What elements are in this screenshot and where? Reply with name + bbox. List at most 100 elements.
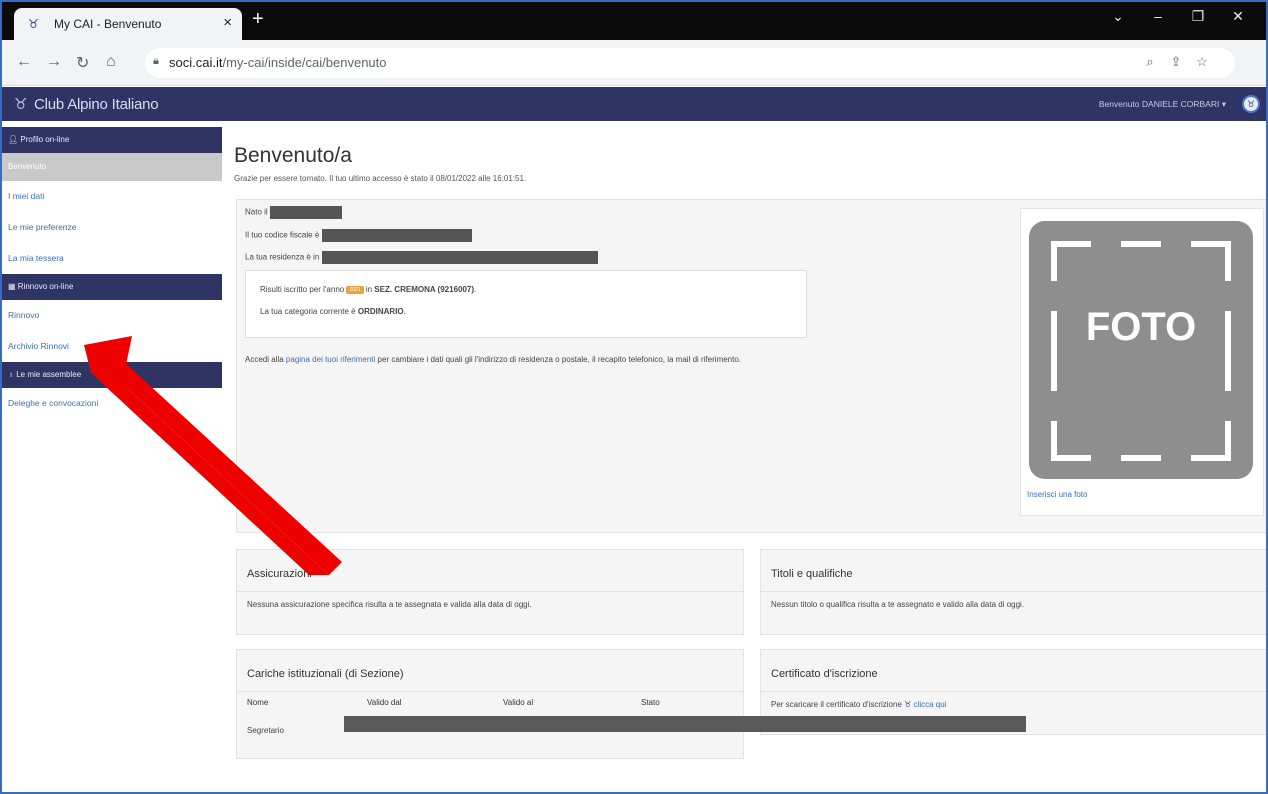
sidebar-item-rinnovo[interactable]: Rinnovo — [2, 300, 222, 331]
sidebar-section-assemblee: ♁ Le mie assemblee — [2, 362, 222, 388]
browser-window: ♉︎ My CAI - Benvenuto × + ⌄ – ❐ ✕ ← → ↻ ⌂ 🔒… — [0, 0, 1268, 794]
sidebar-item-deleghe[interactable]: Deleghe e convocazioni — [2, 388, 222, 419]
birth-label: Nato il — [245, 207, 268, 217]
tab-close-icon[interactable]: × — [223, 14, 232, 31]
sidebar-item-preferenze[interactable]: Le mie preferenze — [2, 212, 222, 243]
sidebar-item-tessera[interactable]: La mia tessera — [2, 243, 222, 274]
page-title: Benvenuto/a — [234, 144, 352, 167]
references-pre: Accedi alla — [245, 355, 284, 364]
roles-title: Cariche istituzionali (di Sezione) — [237, 650, 743, 692]
references-link[interactable]: pagina dei tuoi riferimenti — [286, 355, 375, 364]
certificate-link[interactable]: clicca qui — [914, 700, 947, 709]
titles-body: Nessun titolo o qualifica risulta a te a… — [771, 600, 1025, 609]
sidebar-item-benvenuto[interactable]: Benvenuto — [2, 153, 222, 181]
zoom-icon[interactable]: ⌕ — [1137, 54, 1163, 70]
frame-dash — [1051, 455, 1091, 461]
calendar-icon: ▦ — [8, 282, 16, 291]
sidebar-section-profile: 👤︎ Profilo on-line — [2, 127, 222, 153]
window-controls: ⌄ – ❐ ✕ — [1098, 8, 1258, 25]
main-content: Benvenuto/a Grazie per essere tornato. I… — [234, 127, 1266, 759]
url-domain: soci.cai.it — [169, 55, 223, 70]
sidebar: 👤︎ Profilo on-line Benvenuto I miei dati… — [2, 127, 222, 419]
membership-in: in — [365, 285, 373, 294]
cai-logo-icon[interactable]: ♉︎ — [14, 95, 27, 113]
user-icon: 👤︎ — [8, 135, 19, 144]
new-tab-button[interactable]: + — [252, 8, 264, 31]
year-badge: 2021 — [346, 285, 364, 294]
insurance-body: Nessuna assicurazione specifica risulta … — [247, 600, 532, 609]
url-text: soci.cai.it/my-cai/inside/cai/benvenuto — [169, 55, 387, 70]
certificate-title: Certificato d'iscrizione — [761, 650, 1266, 692]
fiscal-code-label: Il tuo codice fiscale è — [245, 230, 320, 240]
redacted-row-values — [344, 716, 1026, 732]
tab-title: My CAI - Benvenuto — [54, 17, 162, 31]
sidebar-item-miei-dati[interactable]: I miei dati — [2, 181, 222, 212]
membership-info-box: Risulti iscritto per l'anno 2021 in SEZ.… — [245, 270, 807, 338]
omnibox-actions: ⌕ ⇪ ☆ — [1137, 54, 1215, 70]
site-header: ♉︎ Club Alpino Italiano Benvenuto DANIEL… — [2, 87, 1266, 121]
profile-box: Nato il Il tuo codice fiscale è La tua r… — [236, 199, 1266, 533]
membership-line: Risulti iscritto per l'anno 2021 in SEZ.… — [260, 285, 477, 294]
url-input[interactable]: 🔒︎ soci.cai.it/my-cai/inside/cai/benvenu… — [145, 48, 1235, 78]
redacted-block — [321, 251, 598, 264]
residence-label: La tua residenza è in — [245, 252, 320, 262]
user-welcome-menu[interactable]: Benvenuto DANIELE CORBARI ▾ — [1099, 99, 1226, 110]
section-label: Rinnovo on-line — [17, 282, 74, 291]
redacted-block — [321, 229, 472, 242]
bell-icon: ♁ — [8, 370, 14, 379]
roles-header-name: Nome — [247, 698, 269, 707]
references-line: Accedi alla pagina dei tuoi riferimenti … — [245, 355, 741, 364]
references-post: per cambiare i dati quali gli l'indirizz… — [377, 355, 742, 364]
section-label: Le mie assemblee — [16, 370, 82, 379]
membership-text: Risulti iscritto per l'anno — [260, 285, 345, 294]
section-name: SEZ. CREMONA (9216007) — [374, 285, 475, 294]
fiscal-code-row: Il tuo codice fiscale è — [245, 229, 472, 242]
redacted-block — [269, 206, 342, 219]
photo-card: FOTO Inserisci una foto — [1020, 208, 1264, 516]
add-photo-link[interactable]: Inserisci una foto — [1027, 490, 1087, 499]
frame-dash — [1191, 455, 1231, 461]
roles-row-name: Segretario — [247, 726, 284, 735]
photo-placeholder[interactable]: FOTO — [1029, 221, 1253, 479]
cai-badge-icon[interactable]: ♉︎ — [1242, 95, 1260, 113]
certificate-body: Per scaricare il certificato d'iscrizion… — [761, 692, 1266, 717]
home-icon[interactable]: ⌂ — [106, 53, 116, 71]
birth-row: Nato il — [245, 206, 342, 219]
tab-search-icon[interactable]: ⌄ — [1098, 8, 1138, 25]
category-value: ORDINARIO — [357, 307, 404, 316]
minimize-button[interactable]: – — [1138, 8, 1178, 24]
forward-icon[interactable]: → — [46, 53, 62, 71]
back-icon[interactable]: ← — [16, 53, 32, 71]
frame-dash — [1121, 455, 1161, 461]
bookmark-star-icon[interactable]: ☆ — [1189, 54, 1215, 70]
category-text: La tua categoria corrente è — [260, 307, 356, 316]
section-label: Profilo on-line — [20, 135, 70, 144]
url-path: /my-cai/inside/cai/benvenuto — [222, 55, 387, 70]
reload-icon[interactable]: ↻ — [76, 53, 89, 73]
cai-favicon-icon: ♉︎ — [28, 17, 39, 31]
lock-icon[interactable]: 🔒︎ — [153, 55, 159, 68]
share-icon[interactable]: ⇪ — [1163, 54, 1189, 70]
roles-header-from: Valido dal — [367, 698, 402, 707]
category-line: La tua categoria corrente è ORDINARIO. — [260, 307, 406, 316]
restore-button[interactable]: ❐ — [1178, 8, 1218, 25]
browser-tab[interactable]: ♉︎ My CAI - Benvenuto × — [14, 8, 242, 40]
tab-bar: ♉︎ My CAI - Benvenuto × + ⌄ – ❐ ✕ — [2, 2, 1266, 40]
roles-header-to: Valido al — [503, 698, 534, 707]
photo-label: FOTO — [1085, 305, 1197, 349]
close-window-button[interactable]: ✕ — [1218, 8, 1258, 25]
last-access-text: Grazie per essere tornato. Il tuo ultimo… — [234, 174, 527, 183]
download-icon: ♉︎ — [904, 700, 912, 709]
roles-panel: Cariche istituzionali (di Sezione) Nome … — [236, 649, 744, 759]
welcome-text: Benvenuto DANIELE CORBARI — [1098, 99, 1220, 109]
site-brand[interactable]: Club Alpino Italiano — [34, 96, 159, 113]
sidebar-item-archivio-rinnovi[interactable]: Archivio Rinnovi — [2, 331, 222, 362]
sidebar-section-rinnovo: ▦ Rinnovo on-line — [2, 274, 222, 300]
insurance-title: Assicurazioni — [237, 550, 743, 592]
residence-row: La tua residenza è in — [245, 251, 598, 264]
insurance-panel: Assicurazioni Nessuna assicurazione spec… — [236, 549, 744, 635]
roles-header-status: Stato — [641, 698, 660, 707]
certificate-text: Per scaricare il certificato d'iscrizion… — [771, 700, 902, 709]
titles-panel: Titoli e qualifiche Nessun titolo o qual… — [760, 549, 1266, 635]
titles-title: Titoli e qualifiche — [761, 550, 1266, 592]
